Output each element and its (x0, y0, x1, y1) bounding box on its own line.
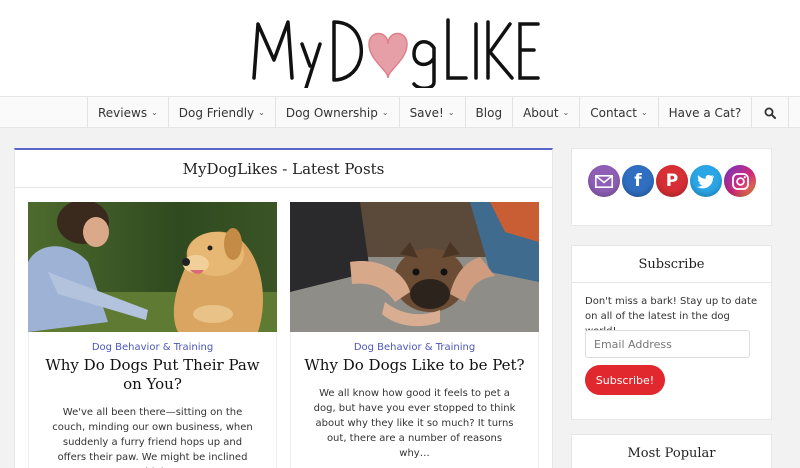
chevron-down-icon: ⌄ (151, 108, 158, 117)
most-popular-widget: Most Popular (571, 434, 772, 468)
chevron-down-icon: ⌄ (381, 108, 389, 117)
nav-item-save[interactable]: Save! ⌄ (398, 97, 465, 128)
email-field[interactable]: Email Address (585, 330, 750, 358)
post-thumbnail[interactable] (28, 202, 277, 332)
twitter-icon[interactable] (690, 165, 722, 197)
nav-item-label: Reviews (98, 105, 148, 120)
main-nav: Reviews ⌄ Dog Friendly ⌄ Dog Ownership ⌄ Sa… (0, 96, 800, 128)
chevron-down-icon: ⌄ (562, 108, 570, 117)
facebook-icon[interactable]: f (622, 165, 654, 197)
post-thumbnail[interactable] (290, 202, 539, 332)
site-logo[interactable] (248, 8, 544, 90)
nav-item-label: About (523, 105, 559, 120)
nav-item-dog-ownership[interactable]: Dog Ownership ⌄ (274, 97, 399, 128)
most-popular-title: Most Popular (572, 435, 771, 468)
chevron-down-icon: ⌄ (258, 108, 265, 117)
subscribe-button[interactable]: Subscribe! (585, 365, 665, 395)
logo-graphic (252, 18, 540, 90)
nav-item-contact[interactable]: Contact ⌄ (579, 97, 657, 128)
post-excerpt: We all know how good it feels to pet a d… (313, 388, 516, 459)
subscribe-widget: Subscribe Don't miss a bark! Stay up to … (571, 245, 772, 420)
section-title: MyDogLikes - Latest Posts (15, 150, 552, 188)
pinterest-icon[interactable]: P (656, 165, 688, 197)
chevron-down-icon: ⌄ (640, 108, 648, 117)
nav-item-label: Save! (409, 105, 444, 120)
nav-item-reviews[interactable]: Reviews ⌄ (87, 97, 168, 128)
instagram-icon[interactable] (724, 165, 756, 197)
post-excerpt: We've all been there—sitting on the couc… (52, 407, 253, 468)
subscribe-title: Subscribe (572, 246, 771, 283)
woman-and-golden-retriever-photo (28, 202, 277, 332)
nav-item-label: Dog Ownership (285, 105, 378, 120)
nav-item-blog[interactable]: Blog (464, 97, 513, 128)
post-title-link[interactable]: Why Do Dogs Put Their Paw on You? (37, 356, 268, 394)
nav-item-about[interactable]: About ⌄ (512, 97, 579, 128)
nav-item-label: Blog (475, 105, 503, 120)
nav-menu: Reviews ⌄ Dog Friendly ⌄ Dog Ownership ⌄ Sa… (87, 97, 790, 128)
latest-posts-section: MyDogLikes - Latest Posts Dog Behavior &… (14, 148, 553, 468)
site-header (0, 0, 800, 96)
post-card[interactable]: Dog Behavior & Training Why Do Dogs Put … (28, 202, 277, 468)
nav-item-label: Dog Friendly (178, 105, 255, 120)
post-card-body: Dog Behavior & Training Why Do Dogs Like… (290, 332, 539, 468)
nav-item-label: Contact (590, 105, 637, 120)
hands-petting-dog-photo (290, 202, 539, 332)
post-card-body: Dog Behavior & Training Why Do Dogs Put … (28, 332, 277, 468)
post-category-link[interactable]: Dog Behavior & Training (29, 342, 276, 353)
mail-icon[interactable] (588, 165, 620, 197)
nav-item-have-a-cat[interactable]: Have a Cat? (657, 97, 752, 128)
nav-item-label: Have a Cat? (668, 105, 742, 120)
post-card[interactable]: Dog Behavior & Training Why Do Dogs Like… (290, 202, 539, 468)
chevron-down-icon: ⌄ (447, 108, 455, 117)
nav-item-dog-friendly[interactable]: Dog Friendly ⌄ (167, 97, 275, 128)
nav-search-button[interactable] (751, 97, 790, 128)
post-category-link[interactable]: Dog Behavior & Training (291, 342, 538, 353)
post-title-link[interactable]: Why Do Dogs Like to be Pet? (299, 356, 530, 375)
social-widget: f P (571, 148, 772, 226)
search-icon (764, 107, 777, 119)
